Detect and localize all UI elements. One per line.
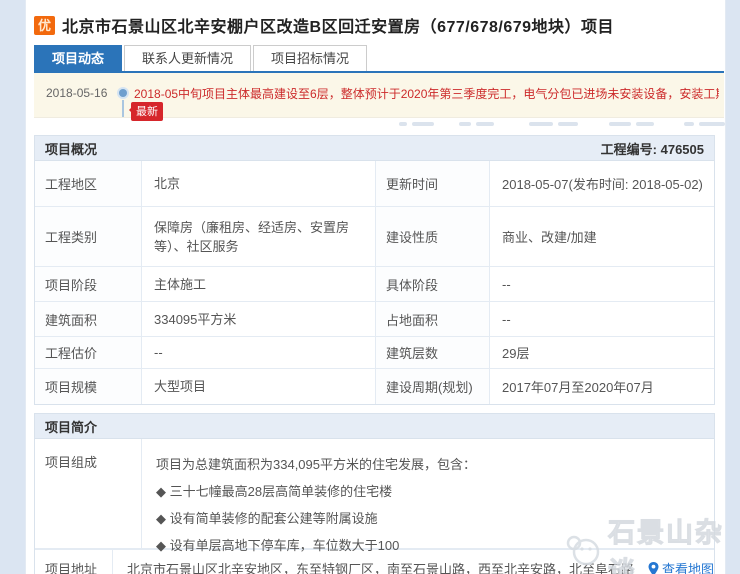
table-row: 项目阶段 主体施工 具体阶段 -- [35, 267, 714, 302]
field-value: 2017年07月至2020年07月 [490, 369, 714, 404]
page-title: 北京市石景山区北辛安棚户区改造B区回迁安置房（677/678/679地块）项目 [62, 13, 614, 37]
title-row: 优 北京市石景山区北辛安棚户区改造B区回迁安置房（677/678/679地块）项… [34, 0, 717, 39]
timeline-line [122, 100, 124, 117]
intro-title: 项目简介 [45, 417, 97, 436]
field-value: 334095平方米 [142, 302, 376, 336]
field-value: 大型项目 [142, 369, 376, 404]
field-value: 主体施工 [142, 267, 376, 301]
intro-table-header: 项目简介 [35, 414, 714, 439]
field-label: 建设性质 [376, 207, 490, 266]
overview-title: 项目概况 [45, 139, 97, 158]
news-box: 2018-05-16 2018-05中旬项目主体最高建设至6层，整体预计于202… [34, 73, 724, 118]
field-label: 建设周期(规划) [376, 369, 490, 404]
field-value: -- [490, 302, 714, 336]
field-label: 项目规模 [35, 369, 142, 404]
composition-item: ◆ 设有简单装修的配套公建等附属设施 [156, 505, 704, 532]
table-row: 项目规模 大型项目 建设周期(规划) 2017年07月至2020年07月 [35, 369, 714, 404]
view-map-label: 查看地图 [662, 559, 714, 574]
table-row: 工程类别 保障房（廉租房、经适房、安置房等）、社区服务 建设性质 商业、改建/加… [35, 207, 714, 267]
faded-toolbar [34, 118, 724, 132]
content-card: 优 北京市石景山区北辛安棚户区改造B区回迁安置房（677/678/679地块）项… [25, 0, 726, 574]
project-code-value: 476505 [661, 142, 704, 157]
news-date: 2018-05-16 [46, 86, 107, 100]
news-text: 2018-05中旬项目主体最高建设至6层，整体预计于2020年第三季度完工，电气… [134, 85, 719, 102]
table-row: 项目组成 项目为总建筑面积为334,095平方米的住宅发展，包含： ◆ 三十七幢… [35, 439, 714, 549]
overview-table: 项目概况 工程编号: 476505 工程地区 北京 更新时间 2018-05-0… [34, 135, 715, 405]
field-value: 保障房（廉租房、经适房、安置房等）、社区服务 [142, 207, 376, 266]
field-value: 29层 [490, 337, 714, 368]
quality-badge: 优 [34, 16, 55, 35]
project-code: 工程编号: 476505 [601, 139, 704, 158]
address-value: 北京市石景山区北辛安地区，东至特钢厂区，南至石景山路，西至北辛安路，北至阜石路 … [113, 550, 714, 574]
table-row: 工程估价 -- 建筑层数 29层 [35, 337, 714, 369]
field-label: 建筑面积 [35, 302, 142, 336]
view-map-link[interactable]: 查看地图 [648, 559, 714, 574]
field-label: 更新时间 [376, 161, 490, 206]
table-row: 建筑面积 334095平方米 占地面积 -- [35, 302, 714, 337]
field-label: 占地面积 [376, 302, 490, 336]
field-value: -- [490, 267, 714, 301]
faded-toolbar-item [459, 122, 494, 126]
field-value: -- [142, 337, 376, 368]
composition-value: 项目为总建筑面积为334,095平方米的住宅发展，包含： ◆ 三十七幢最高28层… [142, 439, 714, 548]
tab-bar: 项目动态 联系人更新情况 项目招标情况 [34, 45, 717, 71]
field-label: 工程地区 [35, 161, 142, 206]
field-value: 商业、改建/加建 [490, 207, 714, 266]
faded-toolbar-item [529, 122, 578, 126]
tab-project-updates[interactable]: 项目动态 [34, 45, 122, 71]
address-text: 北京市石景山区北辛安地区，东至特钢厂区，南至石景山路，西至北辛安路，北至阜石路 [127, 559, 634, 574]
field-label: 项目地址 [35, 550, 113, 574]
field-label: 工程估价 [35, 337, 142, 368]
field-label: 工程类别 [35, 207, 142, 266]
composition-intro: 项目为总建筑面积为334,095平方米的住宅发展，包含： [156, 451, 704, 478]
table-row: 工程地区 北京 更新时间 2018-05-07(发布时间: 2018-05-02… [35, 161, 714, 207]
tab-bidding-info[interactable]: 项目招标情况 [253, 45, 367, 71]
tab-contact-updates[interactable]: 联系人更新情况 [124, 45, 251, 71]
faded-toolbar-item [684, 122, 725, 126]
project-code-label: 工程编号: [601, 142, 661, 157]
map-pin-icon [648, 562, 659, 574]
field-label: 项目组成 [35, 439, 142, 548]
field-label: 项目阶段 [35, 267, 142, 301]
field-label: 建筑层数 [376, 337, 490, 368]
timeline-bullet-icon [119, 89, 127, 97]
field-value: 2018-05-07(发布时间: 2018-05-02) [490, 161, 714, 206]
faded-toolbar-item [609, 122, 654, 126]
composition-item: ◆ 三十七幢最高28层高简单装修的住宅楼 [156, 478, 704, 505]
table-row: 项目地址 北京市石景山区北辛安地区，东至特钢厂区，南至石景山路，西至北辛安路，北… [35, 549, 714, 574]
intro-table: 项目简介 项目组成 项目为总建筑面积为334,095平方米的住宅发展，包含： ◆… [34, 413, 715, 574]
faded-toolbar-item [399, 122, 434, 126]
field-label: 具体阶段 [376, 267, 490, 301]
field-value: 北京 [142, 161, 376, 206]
overview-table-header: 项目概况 工程编号: 476505 [35, 136, 714, 161]
